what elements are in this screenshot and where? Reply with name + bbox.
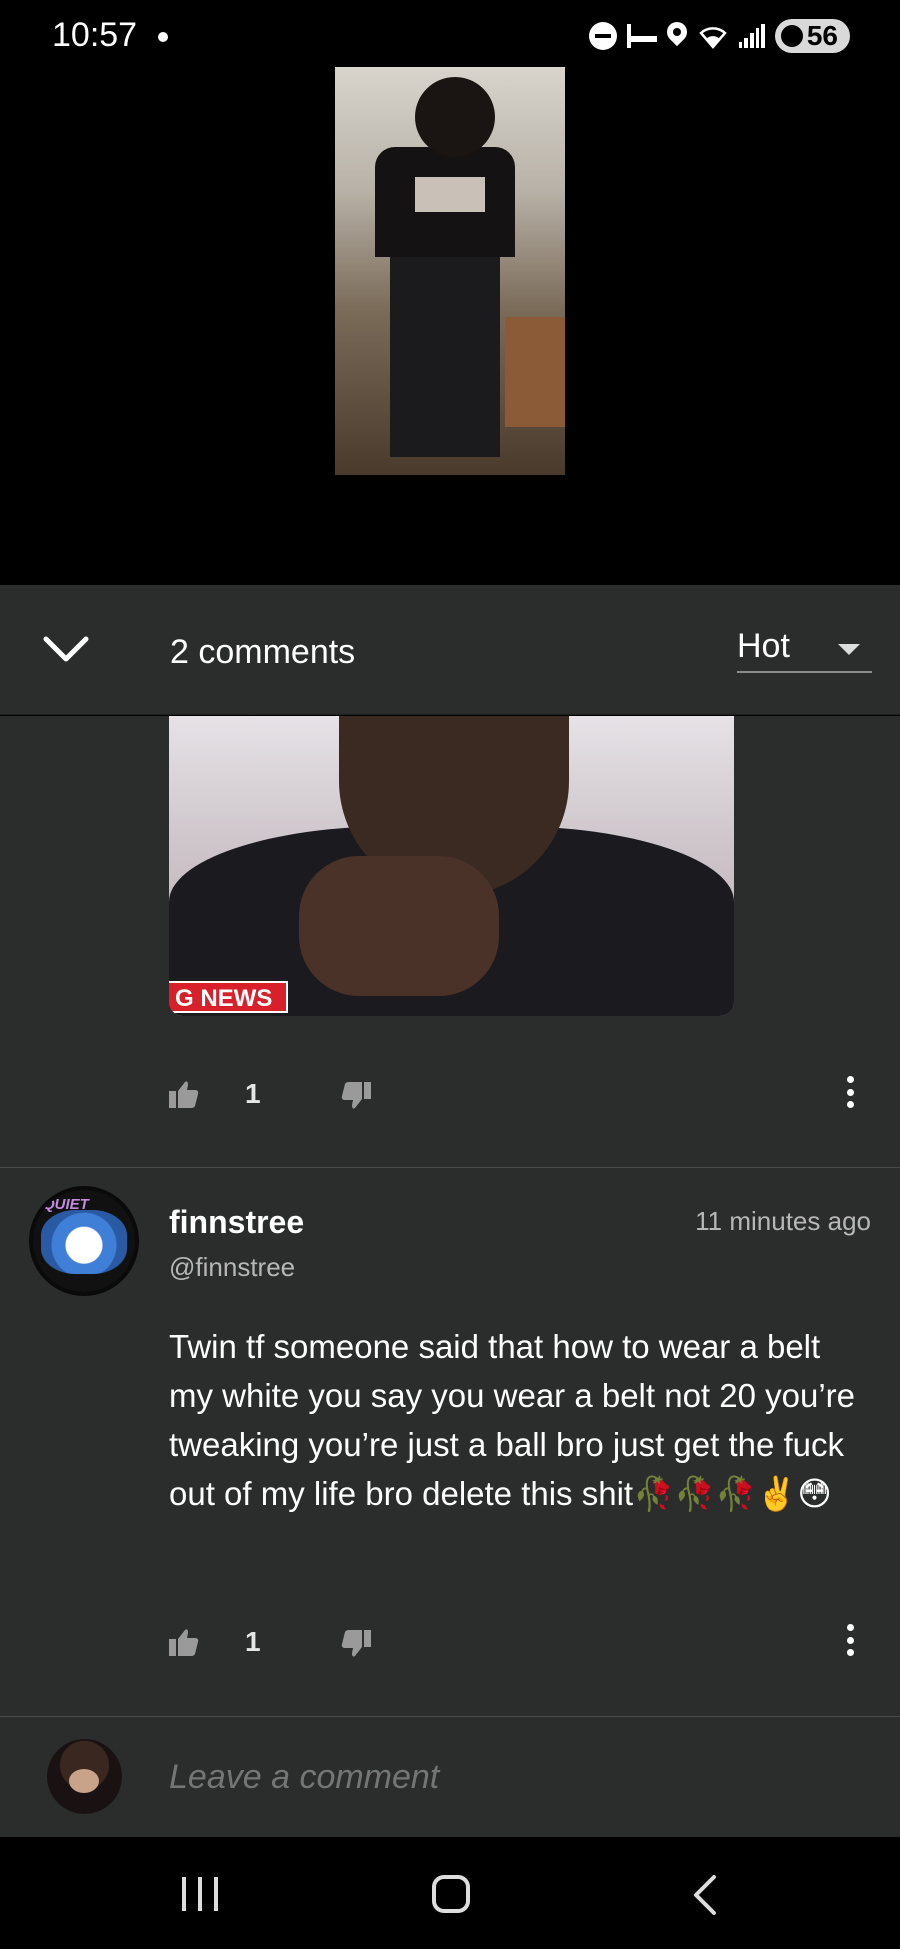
comment-list[interactable]: G NEWS 1 QUIET finnstree @finnstree 11 m… — [0, 716, 900, 1716]
avatar-badge-text: QUIET — [43, 1196, 89, 1213]
user-avatar[interactable] — [47, 1739, 122, 1814]
commenter-name[interactable]: finnstree — [169, 1204, 304, 1241]
thumbs-up-icon[interactable] — [169, 1628, 199, 1656]
compose-bar — [0, 1716, 900, 1837]
comment-media-image[interactable]: G NEWS — [169, 716, 734, 1016]
sort-value: Hot — [737, 627, 790, 665]
video-player[interactable] — [0, 67, 900, 585]
dnd-icon — [588, 22, 617, 50]
location-icon — [667, 22, 687, 50]
comments-header: 2 comments Hot — [0, 585, 900, 715]
comment-input[interactable] — [169, 1752, 859, 1802]
battery-saver-icon — [780, 25, 803, 47]
sleep-icon — [626, 24, 657, 48]
more-options-icon[interactable] — [847, 1076, 855, 1108]
notification-dot-icon — [158, 32, 168, 42]
commenter-handle: @finnstree — [169, 1252, 296, 1282]
home-icon[interactable] — [432, 1875, 470, 1913]
like-count: 1 — [245, 1626, 261, 1657]
comment-actions: 1 — [169, 1610, 869, 1670]
video-frame[interactable] — [335, 67, 565, 475]
like-count: 1 — [245, 1078, 261, 1109]
status-bar: 10:57 56 — [0, 0, 900, 70]
comments-count: 2 comments — [170, 633, 356, 671]
thumbs-up-icon[interactable] — [169, 1080, 199, 1108]
wifi-icon — [699, 27, 727, 49]
more-options-icon[interactable] — [847, 1624, 855, 1656]
collapse-chevron-icon[interactable] — [40, 629, 92, 669]
battery-indicator: 56 — [774, 19, 850, 53]
divider — [0, 1167, 900, 1168]
battery-level: 56 — [806, 20, 838, 51]
status-time: 10:57 — [52, 16, 138, 54]
avatar[interactable]: QUIET — [29, 1186, 139, 1296]
comment-body: Twin tf someone said that how to wear a … — [169, 1328, 856, 1512]
comment-actions: 1 — [169, 1062, 869, 1122]
signal-icon — [738, 24, 765, 48]
caret-down-icon — [838, 644, 860, 655]
news-tag: G NEWS — [169, 981, 289, 1013]
thumbs-down-icon[interactable] — [341, 1082, 371, 1110]
thumbs-down-icon[interactable] — [341, 1630, 371, 1658]
comment-timestamp: 11 minutes ago — [695, 1206, 871, 1236]
recents-icon[interactable] — [182, 1877, 218, 1911]
system-nav-bar — [0, 1837, 900, 1949]
status-icons: 56 — [588, 16, 850, 56]
sort-dropdown[interactable]: Hot — [737, 627, 872, 673]
back-icon[interactable] — [690, 1873, 720, 1917]
